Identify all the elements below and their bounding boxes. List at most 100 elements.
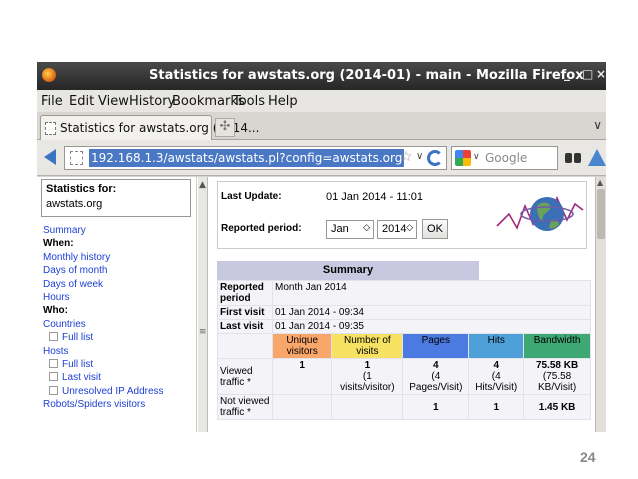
reload-icon[interactable] xyxy=(427,150,443,166)
sidebar-link[interactable]: Last visit xyxy=(43,371,164,384)
sidebar-link[interactable]: Monthly history xyxy=(43,251,164,264)
menu-bar: File Edit View History Bookmarks Tools H… xyxy=(37,90,606,112)
sidebar-link[interactable]: Full list xyxy=(43,331,164,344)
window-title: Statistics for awstats.org (2014-01) - m… xyxy=(149,68,584,83)
slide-page-number: 24 xyxy=(580,449,596,465)
summary-table: Reported period Month Jan 2014 First vis… xyxy=(217,280,591,420)
tab-bar: Statistics for awstats.org (2014... ✣ ∨ xyxy=(37,112,606,140)
firefox-window: Statistics for awstats.org (2014-01) - m… xyxy=(37,62,606,432)
reported-period-value: Month Jan 2014 xyxy=(272,280,591,306)
blank-cell xyxy=(331,394,404,420)
stats-for-label: Statistics for: xyxy=(46,183,117,195)
sidebar-section-header: Who: xyxy=(43,305,68,317)
table-row: Not viewed traffic * 1 1 1.45 KB xyxy=(217,394,591,420)
unique-visitors-header: Unique visitors xyxy=(271,333,333,359)
bandwidth-header: Bandwidth xyxy=(523,333,591,359)
page-content: Statistics for: awstats.org Summary When:… xyxy=(37,177,606,432)
awstats-logo-icon xyxy=(496,195,584,231)
menu-view[interactable]: View xyxy=(98,94,129,109)
month-select-value: Jan xyxy=(331,223,349,235)
menu-history[interactable]: History xyxy=(129,94,175,109)
binoculars-icon[interactable] xyxy=(565,150,581,164)
menu-help[interactable]: Help xyxy=(268,94,298,109)
sidebar-link[interactable]: Full list xyxy=(43,358,164,371)
vertical-scrollbar[interactable]: ▲ xyxy=(595,177,606,432)
google-icon[interactable] xyxy=(455,150,471,166)
pages-header: Pages xyxy=(402,333,470,359)
url-history-dropdown[interactable]: ∨ xyxy=(416,151,423,162)
stats-for-value: awstats.org xyxy=(46,198,103,210)
sidebar-link[interactable]: Unresolved IP Address xyxy=(43,385,164,398)
not-viewed-bandwidth: 1.45 KB xyxy=(523,394,591,420)
cell-value: 4 xyxy=(493,360,499,371)
ok-button[interactable]: OK xyxy=(422,219,448,239)
not-viewed-traffic-label: Not viewed traffic * xyxy=(217,394,273,420)
year-select[interactable]: 2014 ◇ xyxy=(377,220,417,239)
viewed-traffic-label: Viewed traffic * xyxy=(217,358,273,395)
main-frame: Last Update: 01 Jan 2014 - 11:01 Reporte… xyxy=(209,177,594,432)
viewed-visits: 1 (1 visits/visitor) xyxy=(331,358,404,395)
sidebar-link[interactable]: Countries xyxy=(43,318,164,331)
search-bar[interactable]: ∨ Google xyxy=(451,146,558,170)
search-input[interactable]: Google xyxy=(485,151,527,165)
number-of-visits-header: Number of visits xyxy=(331,333,404,359)
scroll-up-icon[interactable]: ▲ xyxy=(199,180,206,190)
bookmark-star-icon[interactable]: ☆ xyxy=(400,149,413,165)
awstats-sidebar: Statistics for: awstats.org Summary When:… xyxy=(37,177,197,432)
scroll-up-icon[interactable]: ▲ xyxy=(597,178,603,187)
sidebar-link[interactable]: Days of week xyxy=(43,278,164,291)
reported-period-label: Reported period xyxy=(217,280,273,306)
update-info-box: Last Update: 01 Jan 2014 - 11:01 Reporte… xyxy=(217,181,587,249)
frame-splitter[interactable]: ▲ ≡ xyxy=(198,177,208,432)
cell-value: 1 xyxy=(433,401,439,413)
last-visit-value: 01 Jan 2014 - 09:35 xyxy=(272,319,591,334)
first-visit-label: First visit xyxy=(217,305,273,320)
site-identity-icon[interactable] xyxy=(70,151,83,165)
last-visit-label: Last visit xyxy=(217,319,273,334)
reported-period-label: Reported period: xyxy=(221,223,302,234)
page-icon xyxy=(45,122,56,135)
select-arrows-icon: ◇ xyxy=(406,223,413,233)
table-row: Unique visitors Number of visits Pages H… xyxy=(217,333,591,359)
close-button[interactable]: × xyxy=(596,67,606,81)
scrollbar-thumb[interactable] xyxy=(597,189,605,239)
sidebar-link[interactable]: Robots/Spiders visitors xyxy=(43,398,164,411)
sidebar-link[interactable]: Days of month xyxy=(43,264,164,277)
table-row: Last visit 01 Jan 2014 - 09:35 xyxy=(217,319,591,334)
last-update-value: 01 Jan 2014 - 11:01 xyxy=(326,191,424,203)
viewed-bandwidth: 75.58 KB (75.58 KB/Visit) xyxy=(523,358,591,395)
sidebar-link[interactable]: Summary xyxy=(43,224,164,237)
back-arrow-icon[interactable] xyxy=(44,149,56,165)
sidebar-link[interactable]: Hours xyxy=(43,291,164,304)
minimize-button[interactable]: _ xyxy=(564,67,570,81)
hits-header: Hits xyxy=(468,333,525,359)
stats-for-box: Statistics for: awstats.org xyxy=(41,179,191,217)
url-text[interactable]: 192.168.1.3/awstats/awstats.pl?config=aw… xyxy=(89,149,405,167)
menu-edit[interactable]: Edit xyxy=(69,94,94,109)
home-icon[interactable] xyxy=(588,149,606,166)
sidebar-nav: Summary When: Monthly history Days of month… xyxy=(43,224,164,412)
url-bar[interactable]: 192.168.1.3/awstats/awstats.pl?config=aw… xyxy=(64,146,447,170)
maximize-button[interactable]: □ xyxy=(582,67,593,81)
menu-tools[interactable]: Tools xyxy=(233,94,265,109)
select-arrows-icon: ◇ xyxy=(363,223,370,233)
table-row: First visit 01 Jan 2014 - 09:34 xyxy=(217,305,591,320)
cell-subvalue: (4 Pages/Visit) xyxy=(409,371,463,393)
cell-value: 1 xyxy=(299,360,305,371)
search-engine-dropdown[interactable]: ∨ xyxy=(473,152,480,162)
sidebar-section-header: When: xyxy=(43,238,74,250)
cell-subvalue: (75.58 KB/Visit) xyxy=(537,371,577,393)
summary-title: Summary xyxy=(217,261,479,280)
cell-value: 1 xyxy=(364,360,371,371)
tab-awstats[interactable]: Statistics for awstats.org (2014... xyxy=(40,115,259,140)
table-row: Viewed traffic * 1 1 (1 visits/visitor) 4… xyxy=(217,358,591,395)
new-tab-button[interactable]: ✣ xyxy=(215,118,235,137)
table-row: Reported period Month Jan 2014 xyxy=(217,280,591,306)
sidebar-link[interactable]: Hosts xyxy=(43,345,164,358)
menu-file[interactable]: File xyxy=(41,94,63,109)
grip-icon[interactable]: ≡ xyxy=(199,327,207,337)
viewed-hits: 4 (4 Hits/Visit) xyxy=(468,358,525,395)
first-visit-value: 01 Jan 2014 - 09:34 xyxy=(272,305,591,320)
tab-list-button[interactable]: ∨ xyxy=(593,118,602,132)
month-select[interactable]: Jan ◇ xyxy=(326,220,374,239)
